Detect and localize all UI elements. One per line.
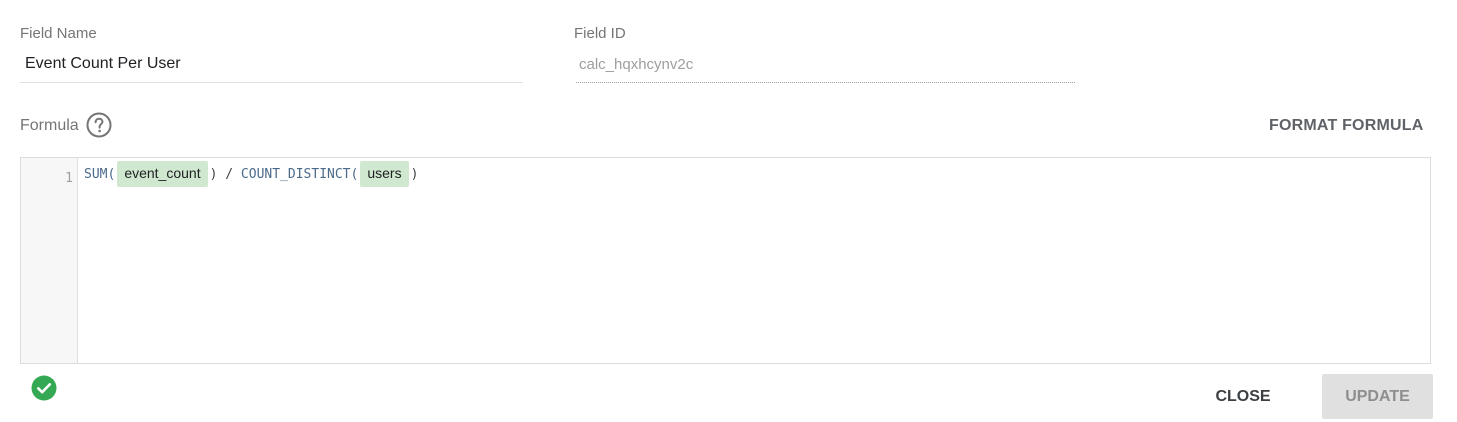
field-name-value: Event Count Per User <box>25 55 181 72</box>
field-name-input[interactable]: Event Count Per User <box>20 52 523 83</box>
field-id-value: calc_hqxhcynv2c <box>579 56 694 73</box>
help-circle-icon[interactable] <box>86 112 112 138</box>
field-chip-users[interactable]: users <box>360 161 409 187</box>
formula-editor[interactable]: 1 SUM(event_count) / COUNT_DISTINCT(user… <box>20 157 1431 364</box>
formula-code-line[interactable]: SUM(event_count) / COUNT_DISTINCT(users) <box>84 160 418 188</box>
field-id-underline <box>576 82 1075 83</box>
formula-label: Formula <box>20 117 79 134</box>
field-name-underline <box>20 82 523 83</box>
field-chip-event-count[interactable]: event_count <box>117 161 208 187</box>
field-name-label: Field Name <box>20 25 97 42</box>
check-circle-icon <box>31 375 57 401</box>
field-id-label: Field ID <box>574 25 626 42</box>
closing-paren-token: ) <box>410 166 419 182</box>
field-id-input: calc_hqxhcynv2c <box>576 52 1075 83</box>
function-token-sum: SUM( <box>84 166 116 182</box>
line-number-gutter: 1 <box>21 158 78 363</box>
close-button[interactable]: CLOSE <box>1198 375 1288 419</box>
line-number: 1 <box>65 171 73 186</box>
operator-token: ) / <box>209 166 241 182</box>
function-token-count-distinct: COUNT_DISTINCT( <box>240 166 359 182</box>
format-formula-button[interactable]: FORMAT FORMULA <box>1269 117 1423 135</box>
update-button[interactable]: UPDATE <box>1322 374 1433 419</box>
